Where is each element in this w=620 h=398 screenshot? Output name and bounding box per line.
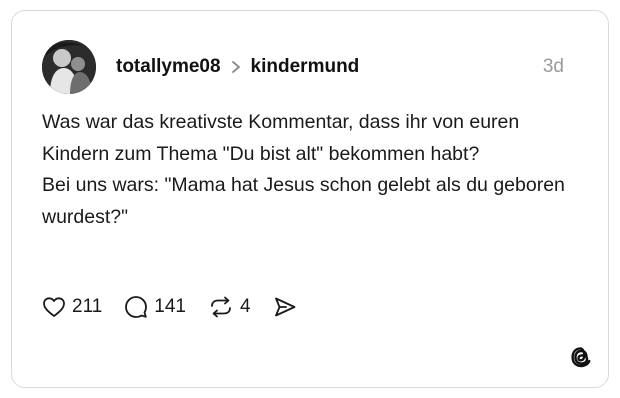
avatar[interactable] [42,40,96,94]
post-header: totallyme08 kindermund 3d [42,39,580,95]
chevron-right-icon [231,61,240,73]
repost-arrows-icon [211,296,231,318]
reply-count: 141 [154,296,186,317]
repost-count: 4 [240,296,251,317]
like-count: 211 [72,296,103,317]
post-text-line: Was war das kreativste Kommentar, dass i… [42,111,520,165]
post-actions: 211 141 4 [42,292,319,322]
threads-logo-icon[interactable] [568,344,594,370]
post-text-line: Bei uns wars: "Mama hat Jesus schon gele… [42,174,565,228]
author-username[interactable]: totallyme08 [116,56,221,78]
post-author-line: totallyme08 kindermund [116,56,359,78]
comment-bubble-icon [125,296,148,318]
community-name[interactable]: kindermund [251,56,360,78]
post-text: Was war das kreativste Kommentar, dass i… [42,107,587,233]
send-icon [274,297,295,317]
share-button[interactable] [273,295,297,319]
post-timestamp: 3d [542,56,564,77]
heart-icon [43,297,65,317]
like-button[interactable]: 211 [42,296,102,318]
reply-button[interactable]: 141 [124,295,186,319]
repost-button[interactable]: 4 [208,295,251,319]
avatar-photo [42,40,96,94]
post-card[interactable]: totallyme08 kindermund 3d Was war das kr… [11,10,609,388]
